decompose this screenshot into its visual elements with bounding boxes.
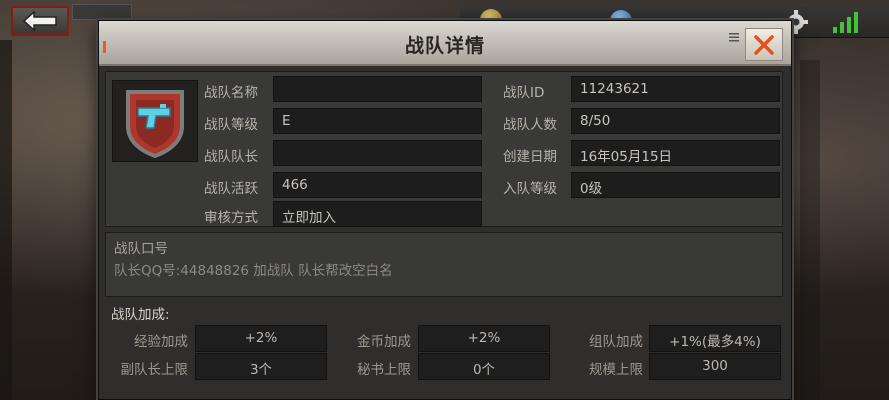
secretary-limit-value: 0个 [418, 353, 550, 380]
top-bar-strip [72, 4, 132, 20]
team-leader-label: 战队队长 [204, 149, 258, 165]
team-id-label: 战队ID [503, 85, 545, 101]
close-icon [754, 34, 774, 55]
team-id-value: 11243621 [571, 76, 780, 102]
exp-bonus-label: 经验加成 [134, 334, 188, 350]
team-activity-value: 466 [273, 172, 482, 198]
slogan-label: 战队口号 [114, 241, 168, 257]
scale-limit-label: 规模上限 [589, 362, 643, 378]
close-button[interactable] [745, 28, 783, 61]
review-method-label: 审核方式 [204, 210, 258, 226]
exp-bonus-value: +2% [195, 325, 327, 352]
join-level-label: 入队等级 [503, 181, 557, 197]
scale-limit-value: 300 [649, 353, 781, 380]
gold-bonus-value: +2% [418, 325, 550, 352]
team-members-value: 8/50 [571, 108, 780, 134]
menu-lines-icon [729, 33, 739, 42]
team-members-label: 战队人数 [503, 117, 557, 133]
slogan-text: 队长QQ号:44848826 加战队 队长帮改空白名 [114, 263, 393, 279]
back-arrow-icon [22, 10, 57, 32]
team-details-dialog: 战队详情 战队名称 战队等级 E 战队队长 战队活跃 466 审核方式 立即加入… [98, 20, 792, 400]
team-slogan-panel: 战队口号 队长QQ号:44848826 加战队 队长帮改空白名 [105, 232, 783, 297]
review-method-value: 立即加入 [273, 201, 482, 227]
team-level-label: 战队等级 [204, 117, 258, 133]
team-activity-label: 战队活跃 [204, 181, 258, 197]
team-emblem [112, 80, 198, 162]
back-button[interactable] [11, 6, 69, 36]
squad-bonus-value: +1%(最多4%) [649, 325, 781, 352]
gold-bonus-label: 金币加成 [357, 334, 411, 350]
team-level-value: E [273, 108, 482, 134]
join-level-value: 0级 [571, 172, 780, 198]
signal-icon [833, 12, 858, 33]
dialog-title: 战队详情 [404, 35, 485, 57]
dialog-header: 战队详情 [99, 21, 791, 66]
bonus-title: 战队加成: [111, 307, 170, 323]
shield-pistol-icon [126, 90, 184, 158]
team-name-value [273, 76, 482, 102]
secretary-limit-label: 秘书上限 [357, 362, 411, 378]
team-name-label: 战队名称 [204, 85, 258, 101]
vice-captain-limit-value: 3个 [195, 353, 327, 380]
created-date-value: 16年05月15日 [571, 140, 780, 166]
created-date-label: 创建日期 [503, 149, 557, 165]
team-info-panel: 战队名称 战队等级 E 战队队长 战队活跃 466 审核方式 立即加入 战队ID… [105, 71, 783, 227]
vice-captain-limit-label: 副队长上限 [120, 362, 189, 378]
team-leader-value [273, 140, 482, 166]
squad-bonus-label: 组队加成 [589, 334, 643, 350]
